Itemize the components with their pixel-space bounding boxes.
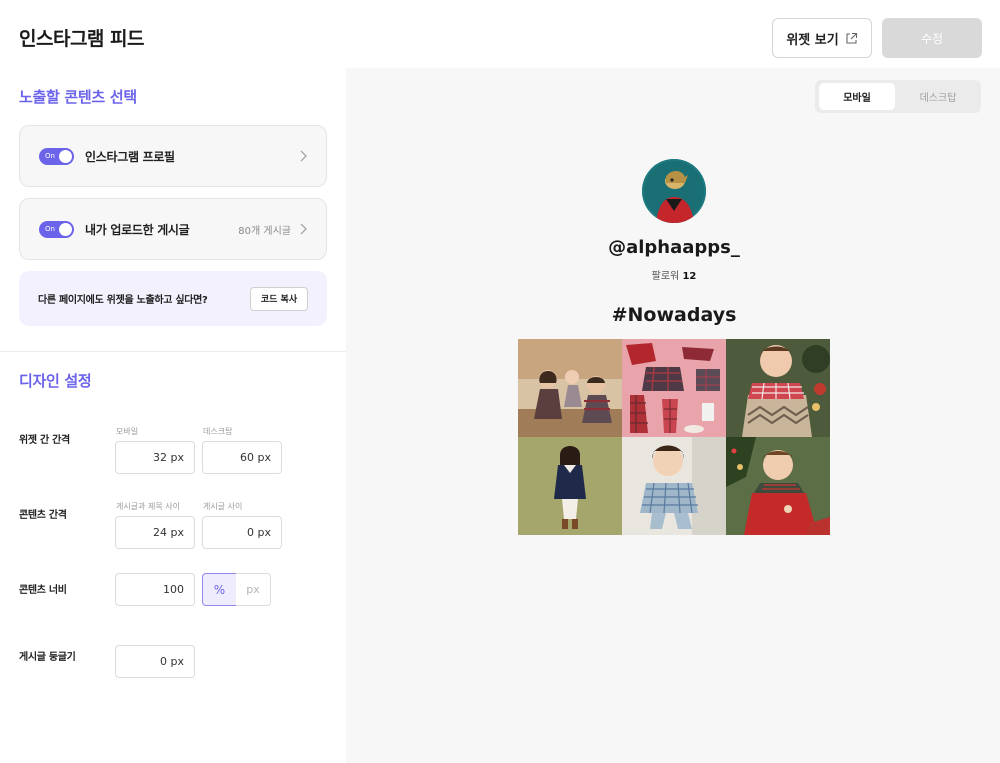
mobile-sub-label: 모바일 bbox=[116, 427, 139, 436]
post-radius-input[interactable]: 0 px bbox=[115, 645, 195, 678]
unit-px-button[interactable]: px bbox=[236, 573, 271, 606]
profile-content-item[interactable]: On 인스타그램 프로필 bbox=[19, 125, 327, 187]
post-thumbnail-1[interactable] bbox=[518, 339, 622, 437]
section-divider bbox=[0, 351, 346, 352]
chevron-right-icon bbox=[300, 223, 307, 235]
post-thumbnail-4[interactable] bbox=[518, 437, 622, 535]
followers-label: 팔로워 bbox=[651, 271, 680, 282]
edit-button[interactable]: 수정 bbox=[882, 18, 982, 58]
unit-percent-button[interactable]: % bbox=[202, 573, 237, 606]
posts-toggle[interactable]: On bbox=[39, 220, 74, 238]
followers-number: 12 bbox=[682, 271, 697, 282]
follower-count: 팔로워 12 bbox=[574, 267, 774, 282]
post-thumbnail-6[interactable] bbox=[726, 437, 830, 535]
tab-desktop[interactable]: 데스크탑 bbox=[899, 83, 977, 110]
toggle-knob bbox=[59, 149, 72, 163]
post-gap-input[interactable]: 0 px bbox=[202, 516, 282, 549]
copy-code-button[interactable]: 코드 복사 bbox=[250, 286, 308, 311]
toggle-on-text: On bbox=[45, 224, 55, 233]
header: 인스타그램 피드 위젯 보기 수정 bbox=[0, 0, 1000, 68]
widget-gap-label: 위젯 간 간격 bbox=[19, 435, 70, 446]
post-gap-sub-label: 게시글 사이 bbox=[203, 502, 243, 511]
content-section-title: 노출할 콘텐츠 선택 bbox=[19, 88, 137, 106]
toggle-on-text: On bbox=[45, 151, 55, 160]
chevron-right-icon bbox=[300, 150, 307, 162]
view-widget-label: 위젯 보기 bbox=[786, 32, 839, 48]
post-thumbnail-2[interactable] bbox=[622, 339, 726, 437]
device-toggle: 모바일 데스크탑 bbox=[815, 80, 981, 113]
widget-gap-mobile-input[interactable]: 32 px bbox=[115, 441, 195, 474]
instagram-username: @alphaapps_ bbox=[608, 237, 740, 258]
external-link-icon bbox=[846, 32, 857, 44]
toggle-knob bbox=[59, 222, 72, 236]
avatar-image bbox=[642, 159, 706, 223]
profile-item-label: 인스타그램 프로필 bbox=[85, 149, 175, 164]
design-section-title: 디자인 설정 bbox=[19, 372, 92, 390]
avatar bbox=[642, 159, 706, 223]
posts-count: 80개 게시글 bbox=[238, 225, 291, 237]
post-radius-label: 게시글 둥글기 bbox=[19, 652, 76, 663]
post-title-gap-sub-label: 게시글과 제목 사이 bbox=[116, 502, 180, 511]
desktop-sub-label: 데스크탑 bbox=[203, 427, 233, 436]
tab-mobile[interactable]: 모바일 bbox=[819, 83, 895, 110]
profile-toggle[interactable]: On bbox=[39, 147, 74, 165]
feed-hashtag-title: #Nowadays bbox=[611, 304, 737, 326]
content-width-input[interactable]: 100 bbox=[115, 573, 195, 606]
content-gap-label: 콘텐츠 간격 bbox=[19, 510, 67, 521]
content-width-label: 콘텐츠 너비 bbox=[19, 585, 67, 596]
widget-gap-desktop-input[interactable]: 60 px bbox=[202, 441, 282, 474]
post-title-gap-input[interactable]: 24 px bbox=[115, 516, 195, 549]
post-thumbnail-5[interactable] bbox=[622, 437, 726, 535]
embed-prompt: 다른 페이지에도 위젯을 노출하고 싶다면? bbox=[38, 295, 208, 306]
posts-content-item[interactable]: On 내가 업로드한 게시글 80개 게시글 bbox=[19, 198, 327, 260]
post-grid bbox=[518, 339, 830, 535]
view-widget-button[interactable]: 위젯 보기 bbox=[772, 18, 872, 58]
embed-code-box: 다른 페이지에도 위젯을 노출하고 싶다면? 코드 복사 bbox=[19, 271, 327, 326]
page-title: 인스타그램 피드 bbox=[19, 28, 144, 50]
posts-item-label: 내가 업로드한 게시글 bbox=[85, 222, 190, 237]
post-thumbnail-3[interactable] bbox=[726, 339, 830, 437]
